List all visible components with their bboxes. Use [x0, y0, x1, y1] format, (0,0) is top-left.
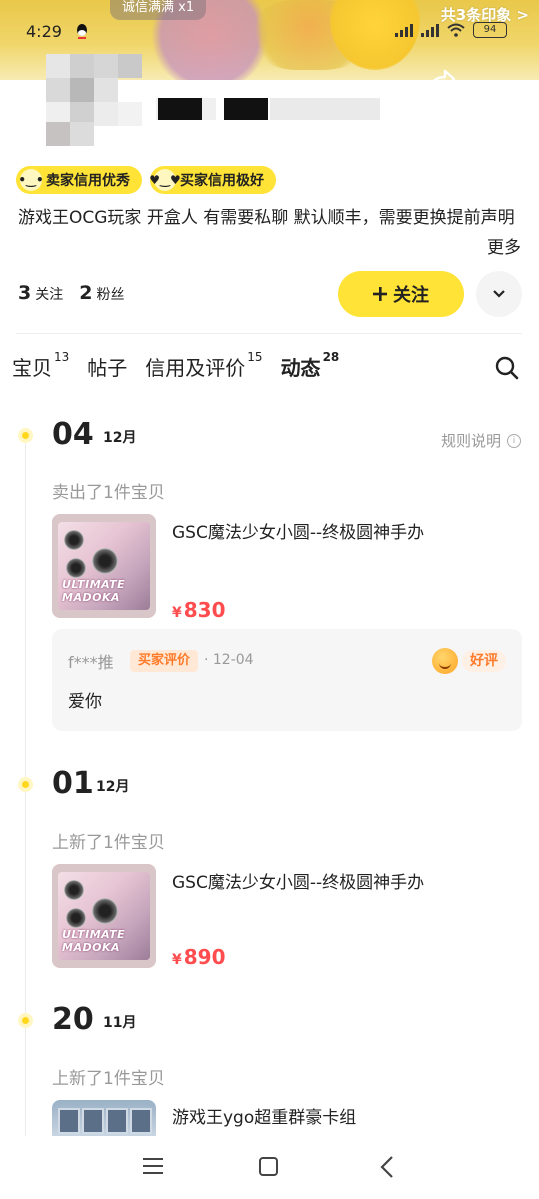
product-box-art	[66, 558, 86, 578]
item-title[interactable]: 游戏王ygo超重群豪卡组	[172, 1103, 356, 1128]
item-thumbnail[interactable]: ULTIMATE MADOKA	[52, 864, 156, 968]
search-icon[interactable]	[494, 355, 520, 381]
product-box-art	[66, 908, 86, 928]
profile-tabs: 宝贝 13 帖子 信用及评价 15 动态 28	[12, 348, 357, 381]
review-text: 爱你	[68, 692, 102, 712]
card-art	[82, 1108, 104, 1134]
following-label: 关注	[35, 287, 64, 303]
share-icon[interactable]	[426, 66, 456, 94]
battery-icon: 94	[473, 22, 507, 38]
review-user: f***推	[68, 653, 114, 672]
followers-label: 粉丝	[96, 287, 125, 303]
profile-stats: 3 关注 2 粉丝	[18, 282, 124, 304]
tab-label: 信用及评价	[145, 356, 246, 380]
info-icon: i	[507, 433, 521, 448]
review-date: · 12-04	[204, 652, 254, 668]
tab-count: 28	[322, 350, 340, 364]
expand-dropdown-button[interactable]	[476, 271, 522, 317]
bio-more-link[interactable]: 更多	[487, 233, 521, 258]
rules-label: 规则说明	[440, 432, 501, 450]
buyer-credit-badge[interactable]: ♥‿♥ 买家信用极好	[149, 166, 276, 194]
item-price: ¥890	[172, 945, 226, 969]
price-value: 830	[183, 598, 226, 622]
chevron-down-icon	[493, 290, 505, 298]
card-art	[58, 1108, 80, 1134]
timeline-dot	[18, 777, 33, 792]
status-icons: 94	[395, 22, 507, 38]
timeline-dot	[18, 428, 33, 443]
product-box-logo: ULTIMATE MADOKA	[62, 928, 126, 954]
price-value: 890	[183, 945, 226, 969]
review-card[interactable]: f***推 买家评价 · 12-04 好评 爱你	[52, 629, 522, 731]
currency-symbol: ¥	[172, 605, 182, 621]
avatar[interactable]	[20, 40, 142, 146]
tab-credit-reviews[interactable]: 信用及评价 15	[145, 348, 262, 381]
qq-notification-icon	[77, 24, 87, 39]
tab-count: 13	[54, 350, 70, 364]
signal-icon	[395, 23, 413, 37]
wifi-icon	[447, 23, 465, 37]
item-title[interactable]: GSC魔法少女小圆--终极圆神手办	[172, 868, 424, 893]
follow-button[interactable]: 关注	[338, 271, 464, 317]
entry-action: 上新了1件宝贝	[52, 833, 165, 853]
followers-stat[interactable]: 2 粉丝	[79, 282, 124, 304]
entry-day: 04	[52, 417, 94, 452]
home-icon[interactable]	[259, 1157, 278, 1176]
tab-label: 宝贝	[12, 356, 52, 380]
entry-day: 20	[52, 1002, 94, 1037]
entry-month: 12月	[96, 779, 130, 795]
entry-action: 上新了1件宝贝	[52, 1069, 165, 1089]
entry-action: 卖出了1件宝贝	[52, 483, 165, 503]
status-time: 4:29	[26, 22, 62, 41]
card-art	[106, 1108, 128, 1134]
tab-items[interactable]: 宝贝 13	[12, 348, 69, 381]
item-title[interactable]: GSC魔法少女小圆--终极圆神手办	[172, 518, 424, 543]
currency-symbol: ¥	[172, 952, 182, 968]
timeline-dot	[18, 1013, 33, 1028]
banner-tag: 诚信满满 x1	[110, 0, 207, 20]
buyer-credit-label: 买家信用极好	[180, 173, 264, 189]
heart-eyes-icon: ♥‿♥	[149, 169, 181, 191]
product-box-art	[92, 548, 118, 574]
more-options-icon[interactable]	[484, 76, 516, 91]
plus-icon	[373, 287, 387, 301]
product-box-art	[92, 898, 118, 924]
item-price: ¥830	[172, 598, 226, 622]
seller-credit-badge[interactable]: •‿• 卖家信用优秀	[16, 166, 142, 194]
tab-activity[interactable]: 动态 28	[280, 348, 340, 381]
back-icon[interactable]	[378, 1155, 396, 1179]
entry-month: 12月	[103, 430, 137, 446]
following-stat[interactable]: 3 关注	[18, 282, 63, 304]
rules-link[interactable]: 规则说明 i	[441, 430, 521, 451]
menu-icon[interactable]	[143, 1158, 163, 1174]
follow-button-label: 关注	[393, 285, 429, 306]
following-count: 3	[18, 282, 32, 304]
profile-name	[150, 96, 380, 122]
credit-badges: •‿• 卖家信用优秀 ♥‿♥ 买家信用极好	[16, 166, 276, 194]
face-icon: •‿•	[18, 169, 44, 191]
signal-icon	[421, 23, 439, 37]
card-art	[130, 1108, 152, 1134]
product-box-logo: ULTIMATE MADOKA	[62, 578, 126, 604]
tab-count: 15	[247, 350, 263, 364]
smile-face-icon	[432, 648, 458, 674]
followers-count: 2	[79, 282, 93, 304]
tab-label: 动态	[280, 352, 321, 381]
rating-label: 好评	[462, 650, 506, 672]
divider	[16, 333, 522, 334]
entry-month: 11月	[103, 1015, 137, 1031]
tab-posts[interactable]: 帖子	[87, 348, 127, 381]
seller-credit-label: 卖家信用优秀	[46, 173, 130, 189]
review-tag: 买家评价	[130, 650, 199, 672]
product-box-art	[64, 530, 84, 550]
item-thumbnail[interactable]: ULTIMATE MADOKA	[52, 514, 156, 618]
system-nav-bar	[0, 1136, 539, 1199]
product-box-art	[64, 880, 84, 900]
item-thumbnail[interactable]	[52, 1100, 156, 1136]
entry-day: 01	[52, 766, 94, 801]
tab-label: 帖子	[87, 356, 128, 380]
profile-bio: 游戏王OCG玩家 开盒人 有需要私聊 默认顺丰，需要更换提前声明	[18, 208, 515, 228]
review-rating: 好评	[432, 648, 506, 674]
